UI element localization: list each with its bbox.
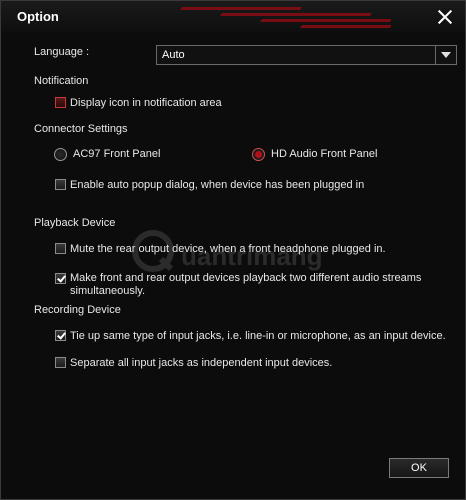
mute-rear-checkbox[interactable] [55, 243, 66, 254]
auto-popup-label: Enable auto popup dialog, when device ha… [70, 179, 365, 191]
option-dialog: Option Language : Auto Notification Disp… [0, 0, 466, 500]
chevron-down-icon[interactable] [435, 46, 456, 64]
mute-rear-label: Mute the rear output device, when a fron… [70, 243, 386, 255]
make-front-rear-label-line1: Make front and rear output devices playb… [70, 272, 422, 284]
language-select[interactable]: Auto [156, 45, 457, 65]
tie-up-label: Tie up same type of input jacks, i.e. li… [70, 330, 446, 342]
connector-heading: Connector Settings [34, 123, 128, 135]
hd-audio-label: HD Audio Front Panel [271, 148, 378, 160]
display-icon-label: Display icon in notification area [70, 97, 222, 109]
language-value: Auto [162, 49, 185, 61]
playback-heading: Playback Device [34, 217, 116, 229]
language-label: Language : [34, 46, 90, 58]
ac97-radio[interactable] [54, 148, 67, 161]
ac97-label: AC97 Front Panel [73, 148, 161, 160]
make-front-rear-checkbox[interactable] [55, 273, 66, 284]
notification-heading: Notification [34, 75, 89, 87]
display-icon-checkbox[interactable] [55, 97, 66, 108]
separate-label: Separate all input jacks as independent … [70, 357, 333, 369]
ok-button[interactable]: OK [389, 458, 449, 478]
separate-checkbox[interactable] [55, 357, 66, 368]
close-icon[interactable] [435, 7, 455, 27]
tie-up-checkbox[interactable] [55, 330, 66, 341]
make-front-rear-label-line2: simultaneously. [70, 285, 145, 297]
hd-audio-radio[interactable] [252, 148, 265, 161]
recording-heading: Recording Device [34, 304, 121, 316]
title-decoration [151, 1, 391, 33]
auto-popup-checkbox[interactable] [55, 179, 66, 190]
title-bar[interactable]: Option [1, 1, 465, 33]
window-title: Option [17, 9, 59, 24]
